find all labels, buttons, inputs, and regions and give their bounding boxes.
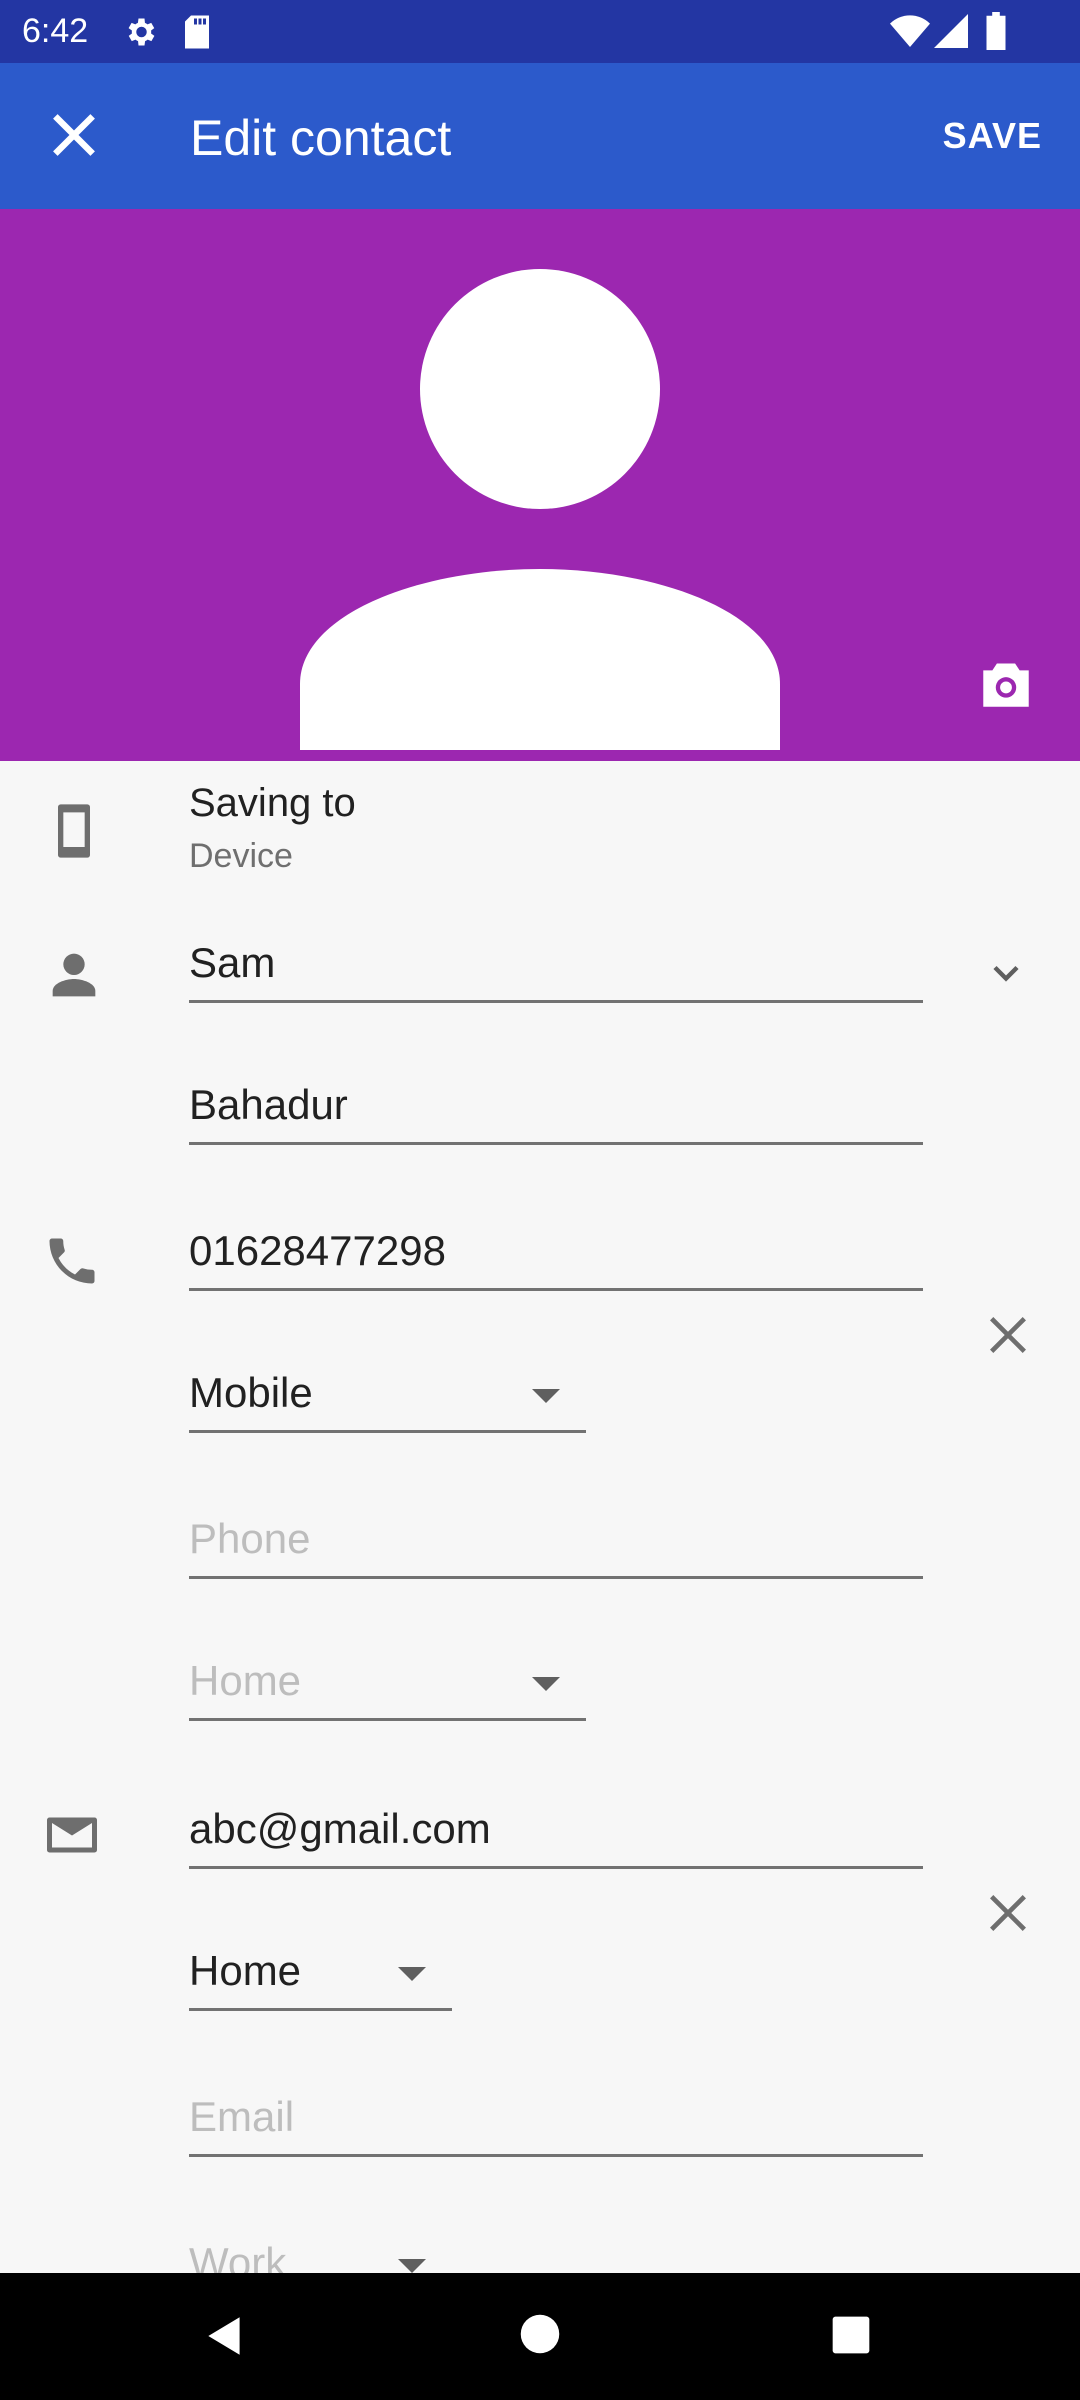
remove-email-icon[interactable] bbox=[980, 1885, 1036, 1941]
camera-icon[interactable] bbox=[978, 659, 1034, 709]
first-name-value: Sam bbox=[189, 939, 276, 986]
back-icon[interactable] bbox=[200, 2311, 250, 2361]
dropdown-arrow-icon bbox=[532, 1677, 560, 1691]
dropdown-arrow-icon bbox=[398, 1967, 426, 1981]
settings-icon bbox=[128, 18, 155, 46]
battery-icon bbox=[986, 12, 1006, 50]
remove-phone-icon[interactable] bbox=[980, 1307, 1036, 1363]
account-name: Device bbox=[189, 837, 293, 875]
phone-type-value: Mobile bbox=[189, 1369, 313, 1416]
new-phone-placeholder: Phone bbox=[189, 1515, 311, 1562]
save-button[interactable]: SAVE bbox=[943, 115, 1042, 157]
app-bar: Edit contact SAVE bbox=[0, 63, 1080, 209]
close-icon[interactable] bbox=[42, 103, 106, 167]
dropdown-arrow-icon bbox=[532, 1389, 560, 1403]
sd-card-icon bbox=[185, 15, 209, 49]
email-type-value: Home bbox=[189, 1947, 302, 1994]
phone-number-value: 01628477298 bbox=[189, 1227, 446, 1274]
home-icon[interactable] bbox=[519, 2313, 561, 2355]
first-name-field[interactable]: Sam bbox=[189, 937, 923, 1003]
saving-to-label: Saving to bbox=[189, 781, 356, 825]
status-time: 6:42 bbox=[22, 12, 89, 50]
new-email-field[interactable]: Email bbox=[189, 2091, 923, 2157]
email-type-dropdown[interactable]: Home bbox=[189, 1945, 452, 2011]
chevron-down-icon[interactable] bbox=[984, 951, 1028, 995]
email-icon bbox=[47, 1817, 97, 1853]
email-value: abc@gmail.com bbox=[189, 1805, 491, 1852]
phone-icon bbox=[49, 1238, 95, 1284]
avatar-placeholder-icon bbox=[300, 269, 780, 750]
contact-photo[interactable] bbox=[0, 209, 1080, 761]
last-name-field[interactable]: Bahadur bbox=[189, 1079, 923, 1145]
new-phone-field[interactable]: Phone bbox=[189, 1513, 923, 1579]
new-phone-type-value: Home bbox=[189, 1657, 302, 1704]
phone-device-icon bbox=[58, 804, 90, 858]
new-email-placeholder: Email bbox=[189, 2093, 295, 2140]
new-phone-type-dropdown[interactable]: Home bbox=[189, 1655, 586, 1721]
dropdown-arrow-icon bbox=[398, 2259, 426, 2273]
person-icon bbox=[52, 953, 96, 997]
email-field[interactable]: abc@gmail.com bbox=[189, 1803, 923, 1869]
status-bar: 6:42 bbox=[0, 0, 1080, 63]
wifi-icon bbox=[890, 15, 930, 47]
new-email-type-value: Work bbox=[189, 2239, 287, 2273]
navigation-bar bbox=[0, 2273, 1080, 2400]
phone-number-field[interactable]: 01628477298 bbox=[189, 1225, 923, 1291]
signal-icon bbox=[934, 14, 968, 48]
last-name-value: Bahadur bbox=[189, 1081, 348, 1128]
recents-icon[interactable] bbox=[829, 2313, 873, 2357]
page-title: Edit contact bbox=[190, 110, 452, 166]
saving-to-row[interactable]: Saving to Device bbox=[0, 761, 1080, 891]
phone-type-dropdown[interactable]: Mobile bbox=[189, 1367, 586, 1433]
new-email-type-dropdown[interactable]: Work bbox=[189, 2237, 452, 2273]
edit-form: Saving to Device Sam Bahadur 01628477298… bbox=[0, 761, 1080, 2273]
